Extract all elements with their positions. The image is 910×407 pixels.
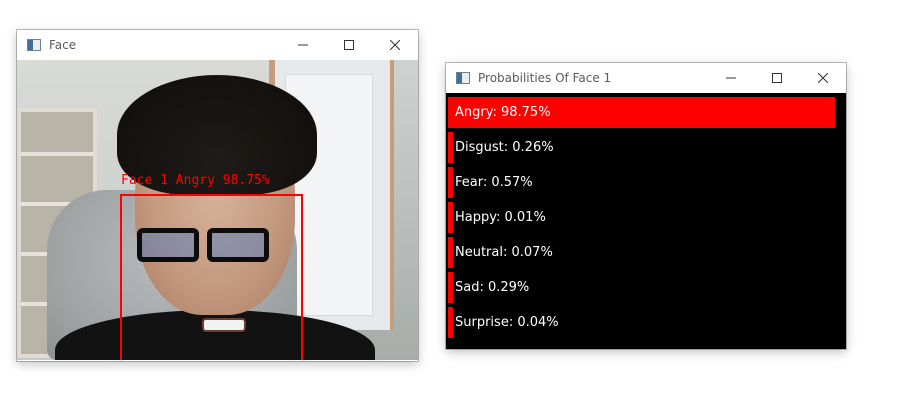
probability-label: Disgust: 0.26% <box>455 140 554 155</box>
minimize-icon <box>298 44 308 46</box>
probability-row: Fear: 0.57% <box>446 167 846 198</box>
close-button[interactable] <box>372 30 418 60</box>
probability-bar <box>448 202 453 233</box>
prob-window-titlebar[interactable]: Probabilities Of Face 1 <box>446 63 846 93</box>
probability-label: Sad: 0.29% <box>455 280 530 295</box>
probability-row: Surprise: 0.04% <box>446 307 846 338</box>
minimize-button[interactable] <box>708 63 754 93</box>
prob-window-title: Probabilities Of Face 1 <box>478 71 612 85</box>
close-button[interactable] <box>800 63 846 93</box>
probability-row: Neutral: 0.07% <box>446 237 846 268</box>
maximize-button[interactable] <box>326 30 372 60</box>
face-window: Face Face 1 Angry 98.75% <box>17 30 418 361</box>
probabilities-window: Probabilities Of Face 1 Angry: 98.75% Dis… <box>446 63 846 349</box>
probability-label: Angry: 98.75% <box>455 105 551 120</box>
probability-label: Neutral: 0.07% <box>455 245 553 260</box>
probability-bar <box>448 307 453 338</box>
minimize-button[interactable] <box>280 30 326 60</box>
probability-bar <box>448 132 453 163</box>
maximize-icon <box>344 40 354 50</box>
probability-row: Angry: 98.75% <box>446 97 846 128</box>
app-icon <box>27 39 41 51</box>
face-window-titlebar[interactable]: Face <box>17 30 418 60</box>
probability-label: Fear: 0.57% <box>455 175 533 190</box>
face-window-title: Face <box>49 38 77 52</box>
close-icon <box>818 73 828 83</box>
maximize-icon <box>772 73 782 83</box>
face-detection-label: Face 1 Angry 98.75% <box>121 173 270 188</box>
close-icon <box>390 40 400 50</box>
face-bounding-box <box>120 194 303 360</box>
probability-label: Happy: 0.01% <box>455 210 546 225</box>
probability-row: Sad: 0.29% <box>446 272 846 303</box>
probability-bar <box>448 237 453 268</box>
app-icon <box>456 72 470 84</box>
minimize-icon <box>726 77 736 79</box>
maximize-button[interactable] <box>754 63 800 93</box>
probability-bar <box>448 167 453 198</box>
probability-bar <box>448 272 453 303</box>
probability-panel: Angry: 98.75% Disgust: 0.26% Fear: 0.57% Ha… <box>446 93 846 349</box>
probability-label: Surprise: 0.04% <box>455 315 559 330</box>
webcam-frame: Face 1 Angry 98.75% <box>17 60 418 360</box>
probability-row: Happy: 0.01% <box>446 202 846 233</box>
probability-row: Disgust: 0.26% <box>446 132 846 163</box>
